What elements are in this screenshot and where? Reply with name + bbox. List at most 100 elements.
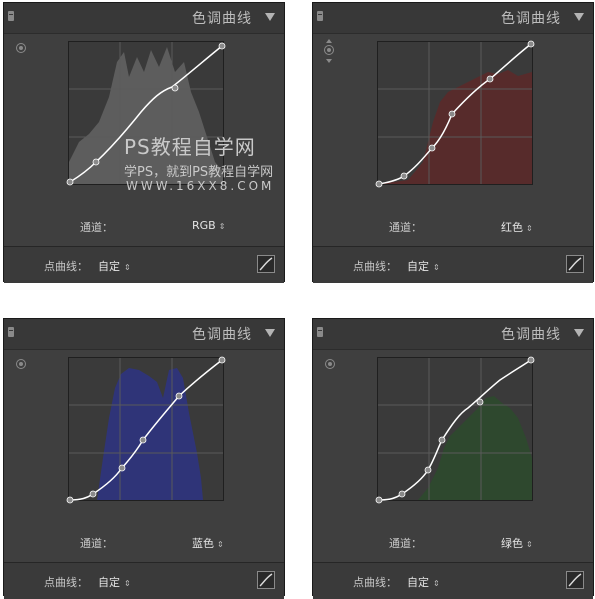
point-curve-edit-button[interactable] <box>566 571 584 589</box>
collapse-triangle-icon[interactable] <box>574 13 584 21</box>
channel-dropdown[interactable]: 红色 ⇕ <box>501 219 533 235</box>
curve-point[interactable] <box>66 178 74 186</box>
panel-title: 色调曲线 <box>192 11 252 27</box>
curve-point[interactable] <box>89 490 97 498</box>
collapse-triangle-icon[interactable] <box>265 329 275 337</box>
channel-value: 绿色 <box>501 537 523 550</box>
curve-point[interactable] <box>375 496 383 504</box>
panel-title: 色调曲线 <box>501 327 561 343</box>
targeted-adjustment-icon[interactable] <box>16 359 26 369</box>
curve-point[interactable] <box>527 40 535 48</box>
curve-edit-icon <box>259 573 273 587</box>
channel-dropdown[interactable]: 蓝色 ⇕ <box>192 535 224 551</box>
curve-edit-icon <box>568 257 582 271</box>
curve-point[interactable] <box>398 490 406 498</box>
panel-switch-icon[interactable] <box>317 11 323 21</box>
curve-point[interactable] <box>424 466 432 474</box>
curve-point[interactable] <box>66 496 74 504</box>
point-curve-edit-button[interactable] <box>257 255 275 273</box>
curve-graph[interactable] <box>66 356 226 504</box>
curve-point[interactable] <box>428 144 436 152</box>
collapse-triangle-icon[interactable] <box>574 329 584 337</box>
panel-title: 色调曲线 <box>501 11 561 27</box>
point-curve-label: 点曲线： <box>353 260 397 273</box>
panel-footer: 点曲线： 自定 ⇕ <box>4 246 284 283</box>
panel-header[interactable]: 色调曲线 <box>313 3 593 34</box>
curve-point[interactable] <box>448 110 456 118</box>
panel-switch-icon[interactable] <box>8 11 14 21</box>
updown-icon: ⇕ <box>433 263 440 272</box>
panel-header[interactable]: 色调曲线 <box>4 3 284 34</box>
point-curve-label: 点曲线： <box>44 576 88 589</box>
curve-point[interactable] <box>92 158 100 166</box>
channel-label: 通道： <box>389 221 422 234</box>
curve-point[interactable] <box>139 436 147 444</box>
curve-point[interactable] <box>400 172 408 180</box>
point-curve-label: 点曲线： <box>44 260 88 273</box>
watermark-url: WWW.16XX8.COM <box>126 179 275 193</box>
curve-point[interactable] <box>218 356 226 364</box>
curve-graph[interactable] <box>375 356 535 504</box>
panel-footer: 点曲线： 自定 ⇕ <box>313 246 593 283</box>
panel-title: 色调曲线 <box>192 327 252 343</box>
channel-value: RGB <box>192 219 216 232</box>
point-curve-dropdown[interactable]: 自定 ⇕ <box>98 258 131 274</box>
targeted-adjustment-icon[interactable] <box>16 43 26 53</box>
updown-icon: ⇕ <box>218 222 226 231</box>
panel-header[interactable]: 色调曲线 <box>313 319 593 350</box>
curve-point[interactable] <box>175 392 183 400</box>
target-ring-icon <box>324 45 334 55</box>
point-curve-edit-button[interactable] <box>566 255 584 273</box>
watermark-subtitle: 学PS，就到PS教程自学网 <box>124 165 274 180</box>
curve-point[interactable] <box>486 75 494 83</box>
point-curve-edit-button[interactable] <box>257 571 275 589</box>
channel-label: 通道： <box>80 537 113 550</box>
curve-graph-svg[interactable] <box>375 40 535 188</box>
updown-icon: ⇕ <box>526 540 533 549</box>
panel-footer: 点曲线： 自定 ⇕ <box>313 562 593 599</box>
curve-point[interactable] <box>118 464 126 472</box>
tone-curve-panel-rgb: 色调曲线 PS教程自学网 学PS，就到PS教程自学网 WWW.16XX8.COM… <box>3 2 285 283</box>
curve-point[interactable] <box>218 42 226 50</box>
point-curve-value: 自定 <box>98 576 120 589</box>
targeted-adjustment-icon[interactable] <box>323 39 335 63</box>
point-curve-value: 自定 <box>407 260 429 273</box>
curve-point[interactable] <box>476 398 484 406</box>
channel-label: 通道： <box>389 537 422 550</box>
panel-switch-icon[interactable] <box>317 327 323 337</box>
watermark-title: PS教程自学网 <box>124 135 256 159</box>
updown-icon: ⇕ <box>217 540 224 549</box>
curve-graph-svg[interactable] <box>375 356 535 504</box>
point-curve-dropdown[interactable]: 自定 ⇕ <box>98 574 131 590</box>
channel-value: 蓝色 <box>192 537 214 550</box>
updown-icon: ⇕ <box>526 224 533 233</box>
collapse-triangle-icon[interactable] <box>265 13 275 21</box>
panel-header[interactable]: 色调曲线 <box>4 319 284 350</box>
curve-point[interactable] <box>375 180 383 188</box>
arrow-up-icon <box>326 39 332 43</box>
channel-dropdown[interactable]: RGB ⇕ <box>192 219 225 232</box>
curve-graph[interactable] <box>375 40 535 188</box>
tone-curve-panel-blue: 色调曲线 通道： 蓝色 ⇕ 点曲线： 自定 ⇕ <box>3 318 285 599</box>
curve-point[interactable] <box>527 356 535 364</box>
channel-dropdown[interactable]: 绿色 ⇕ <box>501 535 533 551</box>
point-curve-dropdown[interactable]: 自定 ⇕ <box>407 258 440 274</box>
curve-point[interactable] <box>171 84 179 92</box>
tone-curve-panel-red: 色调曲线 通道： 红色 ⇕ 点曲线： 自定 ⇕ <box>312 2 594 283</box>
updown-icon: ⇕ <box>124 579 131 588</box>
targeted-adjustment-icon[interactable] <box>325 359 335 369</box>
channel-label: 通道： <box>80 221 113 234</box>
curve-graph-svg[interactable] <box>66 356 226 504</box>
tone-curve-panel-green: 色调曲线 通道： 绿色 ⇕ 点曲线： 自定 ⇕ <box>312 318 594 599</box>
panel-switch-icon[interactable] <box>8 327 14 337</box>
updown-icon: ⇕ <box>124 263 131 272</box>
curve-edit-icon <box>259 257 273 271</box>
arrow-down-icon <box>326 59 332 63</box>
updown-icon: ⇕ <box>433 579 440 588</box>
curve-point[interactable] <box>438 436 446 444</box>
point-curve-dropdown[interactable]: 自定 ⇕ <box>407 574 440 590</box>
point-curve-label: 点曲线： <box>353 576 397 589</box>
panel-footer: 点曲线： 自定 ⇕ <box>4 562 284 599</box>
channel-value: 红色 <box>501 221 523 234</box>
point-curve-value: 自定 <box>407 576 429 589</box>
